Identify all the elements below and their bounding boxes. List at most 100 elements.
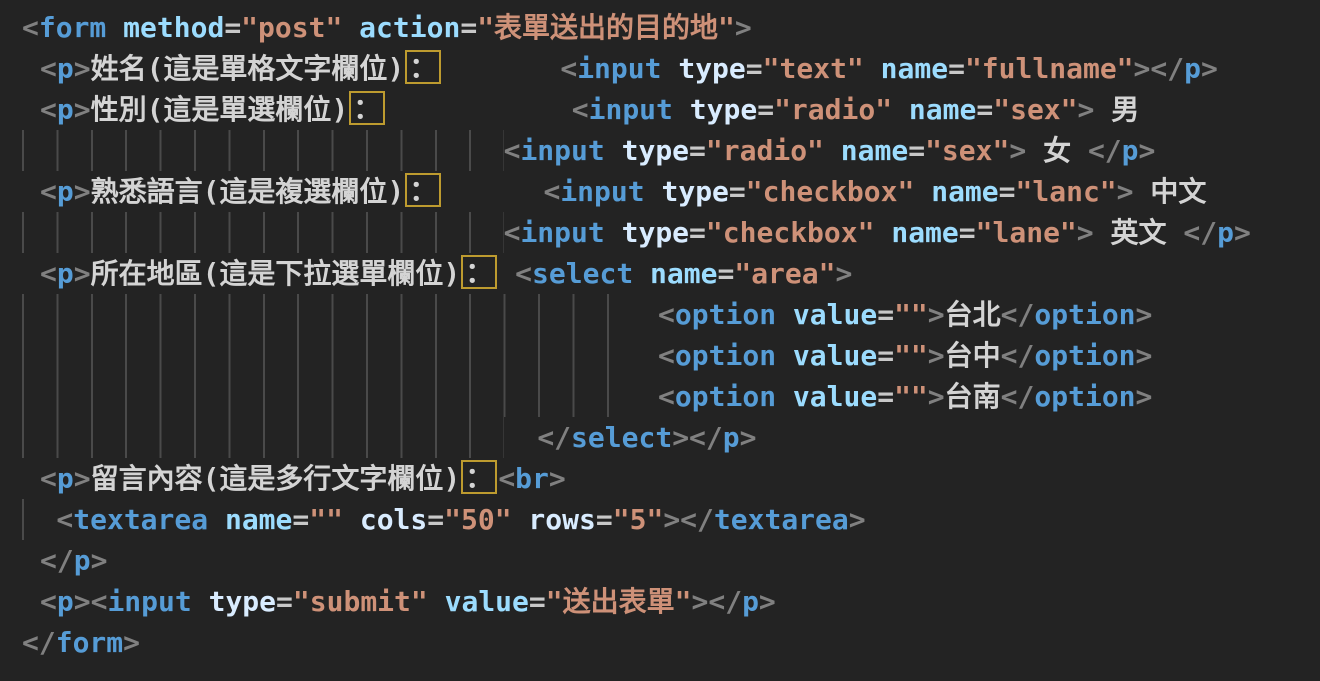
- punctuation-token: <: [658, 380, 675, 413]
- unicode-highlight-box: ：: [349, 91, 385, 125]
- code-line-12[interactable]: <p>留言內容(這是多行文字欄位)：<br>: [0, 458, 1320, 499]
- string-token: "lanc": [1016, 175, 1117, 208]
- tag-name-token: input: [107, 585, 191, 618]
- plain-text-token: 台北: [945, 298, 1001, 331]
- plain-text-token: 留言內容(這是多行文字欄位): [91, 462, 461, 495]
- code-line-11[interactable]: </select></p>: [0, 417, 1320, 458]
- code-line-14[interactable]: </p>: [0, 540, 1320, 581]
- punctuation-token: >: [74, 257, 91, 290]
- punctuation-token: >: [1117, 175, 1134, 208]
- string-token: "": [894, 339, 928, 372]
- spacer: [498, 257, 515, 290]
- attribute-name-token: type: [605, 216, 689, 249]
- punctuation-token: >: [1136, 339, 1153, 372]
- tag-name-token: textarea: [714, 503, 849, 536]
- tag-name-token: p: [57, 257, 74, 290]
- code-line-5[interactable]: <p>熟悉語言(這是複選欄位)： <input type="checkbox" …: [0, 171, 1320, 212]
- code-line-15[interactable]: <p><input type="submit" value="送出表單"></p…: [0, 581, 1320, 622]
- punctuation-token: >: [740, 421, 757, 454]
- punctuation-token: >: [663, 503, 680, 536]
- tag-name-token: p: [723, 421, 740, 454]
- punctuation-token: >: [1234, 216, 1251, 249]
- string-token: "fullname": [965, 52, 1134, 85]
- tag-name-token: form: [39, 11, 106, 44]
- tag-name-token: input: [560, 175, 644, 208]
- punctuation-token: >: [74, 585, 91, 618]
- code-editor[interactable]: <form method="post" action="表單送出的目的地"><p…: [0, 0, 1320, 681]
- string-token: "5": [613, 503, 664, 536]
- punctuation-token: </: [1001, 339, 1035, 372]
- tag-name-token: input: [589, 93, 673, 126]
- punctuation-token: </: [708, 585, 742, 618]
- punctuation-token: >: [91, 544, 108, 577]
- tag-name-token: form: [56, 626, 123, 659]
- punctuation-token: <: [498, 462, 515, 495]
- tag-name-token: textarea: [73, 503, 208, 536]
- string-token: "post": [241, 11, 342, 44]
- punctuation-token: >: [74, 93, 91, 126]
- spacer: [641, 380, 658, 413]
- spacer: [386, 93, 571, 126]
- tag-name-token: option: [675, 339, 776, 372]
- plain-text-token: 男: [1094, 93, 1139, 126]
- string-token: "checkbox": [706, 216, 875, 249]
- attribute-name-token: type: [661, 52, 745, 85]
- string-token: "表單送出的目的地": [477, 11, 735, 44]
- tag-name-token: input: [577, 52, 661, 85]
- indent-guides: [22, 376, 641, 417]
- punctuation-token: <: [504, 216, 521, 249]
- punctuation-token: </: [689, 421, 723, 454]
- spacer: [641, 298, 658, 331]
- punctuation-token: >: [1201, 52, 1218, 85]
- punctuation-token: >: [74, 175, 91, 208]
- plain-text-token: 姓名(這是單格文字欄位): [91, 52, 405, 85]
- tag-name-token: p: [742, 585, 759, 618]
- punctuation-token: >: [759, 585, 776, 618]
- unicode-highlight-box: ：: [461, 255, 497, 289]
- punctuation-token: </: [680, 503, 714, 536]
- attribute-name-token: name: [892, 93, 976, 126]
- punctuation-token: </: [22, 626, 56, 659]
- plain-text-token: 中文: [1134, 175, 1207, 208]
- plain-text-token: 性別(這是單選欄位): [91, 93, 349, 126]
- code-line-3[interactable]: <p>性別(這是單選欄位)： <input type="radio" name=…: [0, 89, 1320, 130]
- code-line-2[interactable]: <p>姓名(這是單格文字欄位)： <input type="text" name…: [0, 48, 1320, 89]
- tag-name-token: p: [1122, 134, 1139, 167]
- unicode-highlight-box: ：: [461, 460, 497, 494]
- punctuation-token: <: [543, 175, 560, 208]
- attribute-name-token: name: [864, 52, 948, 85]
- tag-name-token: input: [520, 216, 604, 249]
- code-line-7[interactable]: <p>所在地區(這是下拉選單欄位)： <select name="area">: [0, 253, 1320, 294]
- string-token: "送出表單": [546, 585, 692, 618]
- punctuation-token: >: [74, 52, 91, 85]
- code-line-8[interactable]: <option value="">台北</option>: [0, 294, 1320, 335]
- code-line-16[interactable]: </form>: [0, 622, 1320, 663]
- punctuation-token: <: [40, 175, 57, 208]
- code-line-9[interactable]: <option value="">台中</option>: [0, 335, 1320, 376]
- string-token: "50": [444, 503, 511, 536]
- punctuation-token: >: [549, 462, 566, 495]
- string-token: "area": [734, 257, 835, 290]
- punctuation-token: <: [40, 257, 57, 290]
- tag-name-token: p: [1184, 52, 1201, 85]
- code-line-6[interactable]: <input type="checkbox" name="lane"> 英文 <…: [0, 212, 1320, 253]
- string-token: "": [309, 503, 343, 536]
- string-token: "": [894, 380, 928, 413]
- punctuation-token: <: [56, 503, 73, 536]
- punctuation-token: <: [658, 298, 675, 331]
- tag-name-token: option: [1034, 298, 1135, 331]
- punctuation-token: >: [928, 339, 945, 372]
- tag-name-token: option: [1034, 339, 1135, 372]
- equals-token: =: [999, 175, 1016, 208]
- code-line-4[interactable]: <input type="radio" name="sex"> 女 </p>: [0, 130, 1320, 171]
- punctuation-token: >: [849, 503, 866, 536]
- attribute-name-token: name: [914, 175, 998, 208]
- attribute-name-token: name: [208, 503, 292, 536]
- code-line-1[interactable]: <form method="post" action="表單送出的目的地">: [0, 7, 1320, 48]
- equals-token: =: [529, 585, 546, 618]
- plain-text-token: 台中: [945, 339, 1001, 372]
- tag-name-token: br: [515, 462, 549, 495]
- code-line-10[interactable]: <option value="">台南</option>: [0, 376, 1320, 417]
- code-line-13[interactable]: <textarea name="" cols="50" rows="5"></t…: [0, 499, 1320, 540]
- tag-name-token: option: [675, 380, 776, 413]
